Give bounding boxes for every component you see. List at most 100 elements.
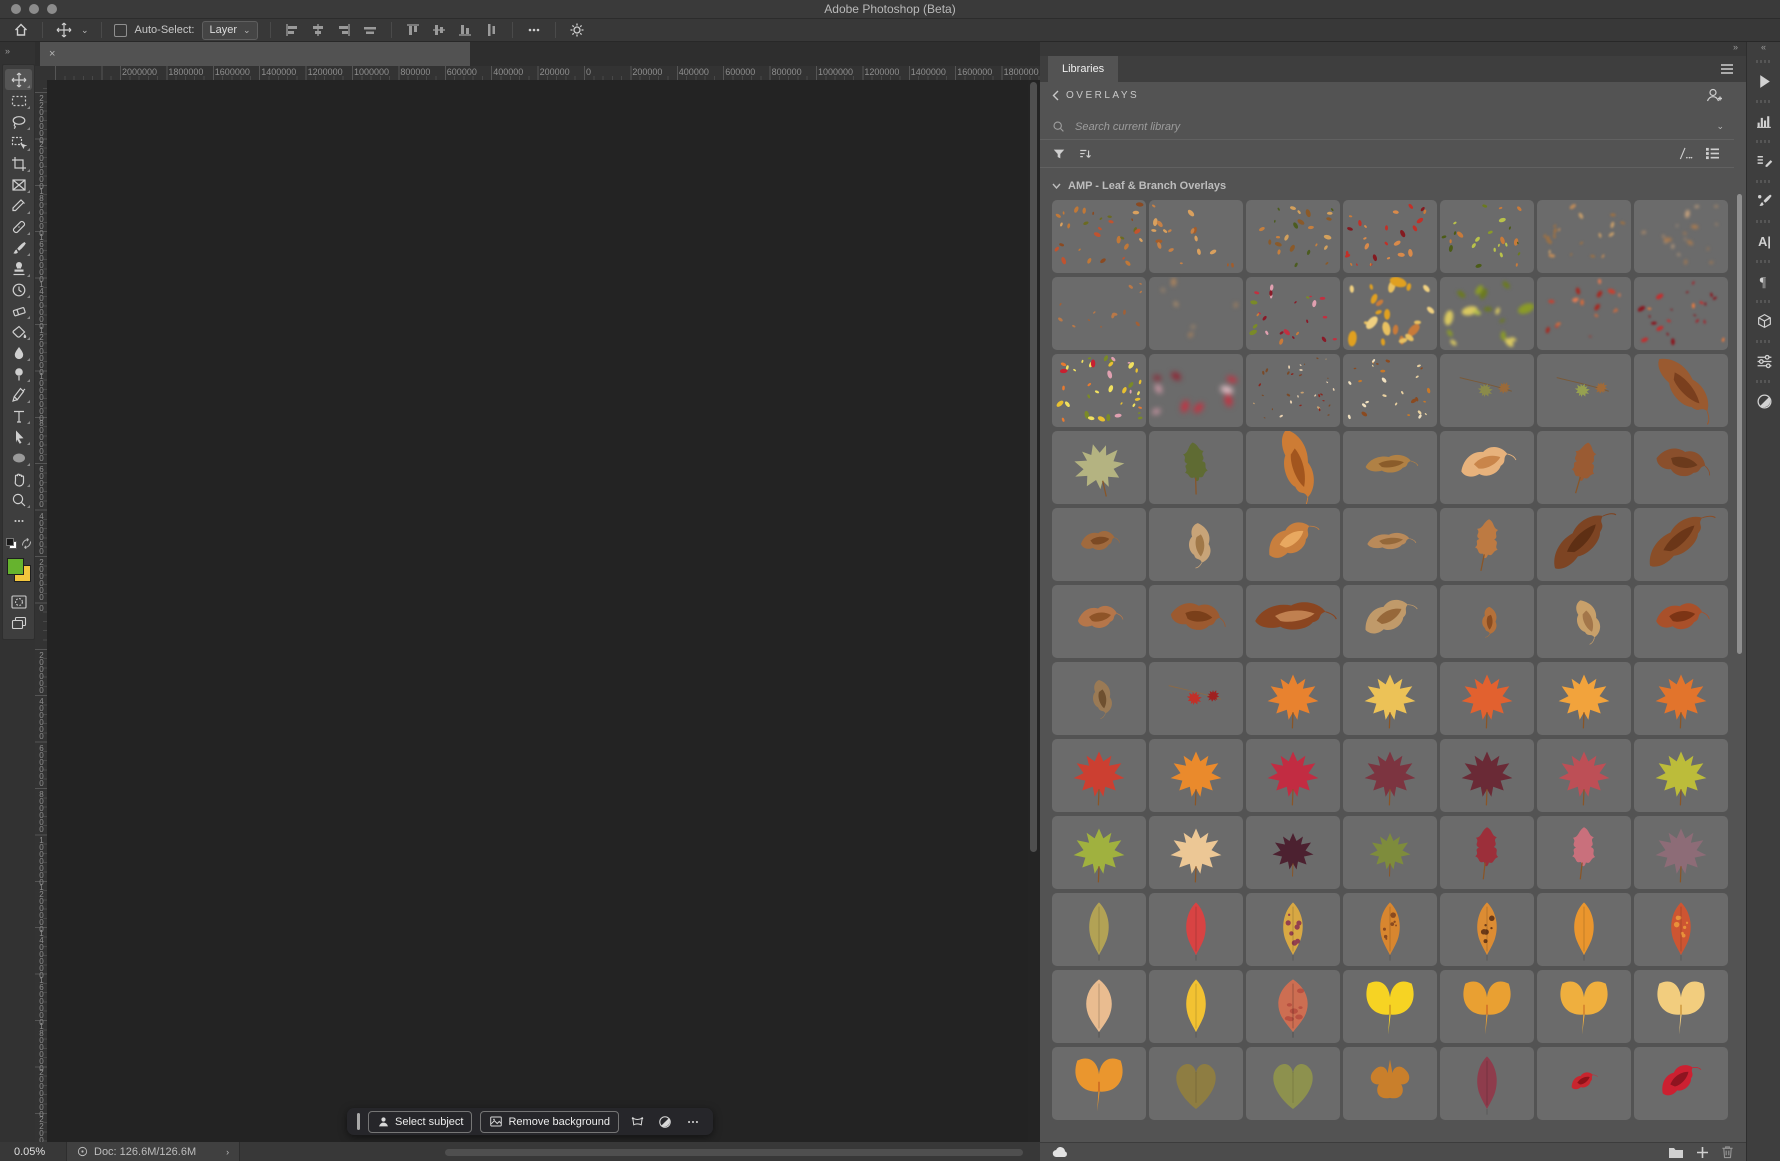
move-tool-icon[interactable]	[55, 21, 73, 39]
hand-tool[interactable]	[5, 468, 32, 489]
library-asset-thumbnail[interactable]	[1246, 816, 1340, 889]
library-asset-thumbnail[interactable]	[1052, 508, 1146, 581]
library-asset-thumbnail[interactable]	[1440, 508, 1534, 581]
adjustments-icon[interactable]	[655, 1112, 675, 1132]
document-tab[interactable]: ×	[40, 42, 470, 66]
remove-background-button[interactable]: Remove background	[480, 1111, 619, 1133]
library-asset-thumbnail[interactable]	[1634, 893, 1728, 966]
align-bottom-edges-icon[interactable]	[456, 21, 474, 39]
library-asset-thumbnail[interactable]	[1343, 431, 1437, 504]
library-asset-thumbnail[interactable]	[1343, 200, 1437, 273]
status-chevron-icon[interactable]: ›	[226, 1147, 229, 1157]
align-top-edges-icon[interactable]	[404, 21, 422, 39]
search-scope-chevron-icon[interactable]: ⌄	[1716, 121, 1724, 132]
collapse-dock-chevrons-icon[interactable]: «	[1761, 42, 1767, 56]
panel-3d-icon[interactable]	[1749, 306, 1779, 336]
screen-mode-icon[interactable]	[5, 612, 32, 633]
new-group-folder-icon[interactable]	[1668, 1146, 1684, 1159]
home-icon[interactable]	[12, 21, 30, 39]
library-asset-thumbnail[interactable]	[1634, 816, 1728, 889]
rectangular-marquee-tool[interactable]	[5, 90, 32, 111]
crop-tool[interactable]	[5, 153, 32, 174]
library-asset-thumbnail[interactable]	[1537, 816, 1631, 889]
library-asset-thumbnail[interactable]	[1052, 1047, 1146, 1120]
delete-trash-icon[interactable]	[1721, 1145, 1734, 1159]
library-asset-thumbnail[interactable]	[1052, 816, 1146, 889]
library-asset-thumbnail[interactable]	[1246, 508, 1340, 581]
distribute-horizontal-icon[interactable]	[361, 21, 379, 39]
library-asset-thumbnail[interactable]	[1149, 200, 1243, 273]
library-asset-thumbnail[interactable]	[1537, 200, 1631, 273]
library-asset-thumbnail[interactable]	[1634, 200, 1728, 273]
type-tool[interactable]	[5, 405, 32, 426]
library-asset-thumbnail[interactable]	[1634, 1047, 1728, 1120]
library-asset-thumbnail[interactable]	[1440, 739, 1534, 812]
library-asset-thumbnail[interactable]	[1149, 739, 1243, 812]
expand-panel-chevrons-icon[interactable]: »	[0, 42, 35, 58]
foreground-color-swatch[interactable]	[7, 558, 24, 575]
transform-warp-icon[interactable]	[627, 1112, 647, 1132]
pen-tool[interactable]	[5, 384, 32, 405]
workspace-settings-gear-icon[interactable]	[568, 21, 586, 39]
library-asset-thumbnail[interactable]	[1343, 585, 1437, 658]
spot-healing-brush-tool[interactable]	[5, 216, 32, 237]
library-asset-thumbnail[interactable]	[1052, 662, 1146, 735]
default-colors-icon[interactable]	[6, 538, 17, 552]
library-asset-thumbnail[interactable]	[1537, 277, 1631, 350]
align-right-edges-icon[interactable]	[335, 21, 353, 39]
library-asset-thumbnail[interactable]	[1149, 893, 1243, 966]
library-asset-thumbnail[interactable]	[1343, 816, 1437, 889]
library-asset-thumbnail[interactable]	[1052, 354, 1146, 427]
vertical-ruler[interactable]: 2200000200000018000001600000140000012000…	[35, 80, 47, 1142]
library-asset-thumbnail[interactable]	[1052, 431, 1146, 504]
breadcrumb[interactable]: OVERLAYS	[1052, 90, 1139, 101]
dodge-tool[interactable]	[5, 363, 32, 384]
edit-toolbar-ellipsis-icon[interactable]	[5, 510, 32, 531]
library-asset-thumbnail[interactable]	[1246, 354, 1340, 427]
library-asset-thumbnail[interactable]	[1634, 431, 1728, 504]
tab-libraries[interactable]: Libraries	[1048, 56, 1118, 82]
library-asset-thumbnail[interactable]	[1052, 200, 1146, 273]
library-asset-thumbnail[interactable]	[1052, 970, 1146, 1043]
library-asset-thumbnail[interactable]	[1440, 431, 1534, 504]
panel-paragraph-icon[interactable]: ¶	[1749, 266, 1779, 296]
history-brush-tool[interactable]	[5, 279, 32, 300]
library-asset-thumbnail[interactable]	[1537, 431, 1631, 504]
library-asset-thumbnail[interactable]	[1246, 585, 1340, 658]
library-asset-thumbnail[interactable]	[1343, 508, 1437, 581]
library-asset-thumbnail[interactable]	[1149, 585, 1243, 658]
distribute-vertical-icon[interactable]	[482, 21, 500, 39]
library-asset-thumbnail[interactable]	[1537, 739, 1631, 812]
auto-select-checkbox[interactable]	[114, 24, 127, 37]
sort-icon[interactable]	[1078, 147, 1093, 161]
document-canvas[interactable]	[47, 80, 1028, 1142]
library-asset-thumbnail[interactable]	[1440, 585, 1534, 658]
panel-histogram-icon[interactable]	[1749, 106, 1779, 136]
document-size-status[interactable]: Doc: 126.6M/126.6M ›	[66, 1142, 240, 1161]
lasso-tool[interactable]	[5, 111, 32, 132]
library-asset-thumbnail[interactable]	[1440, 816, 1534, 889]
library-asset-thumbnail[interactable]	[1149, 816, 1243, 889]
add-element-icon[interactable]	[1696, 1146, 1709, 1159]
library-asset-thumbnail[interactable]	[1052, 739, 1146, 812]
library-asset-thumbnail[interactable]	[1149, 662, 1243, 735]
library-asset-thumbnail[interactable]	[1149, 508, 1243, 581]
tool-preset-chevron-icon[interactable]: ⌄	[81, 25, 89, 36]
path-selection-tool[interactable]	[5, 426, 32, 447]
zoom-level-field[interactable]: 0.05%	[14, 1146, 66, 1158]
panel-properties-icon[interactable]	[1749, 346, 1779, 376]
library-asset-thumbnail[interactable]	[1246, 200, 1340, 273]
library-asset-thumbnail[interactable]	[1634, 277, 1728, 350]
library-asset-thumbnail[interactable]	[1052, 585, 1146, 658]
swap-colors-icon[interactable]	[21, 538, 32, 552]
blur-tool[interactable]	[5, 342, 32, 363]
library-asset-thumbnail[interactable]	[1537, 662, 1631, 735]
align-left-edges-icon[interactable]	[283, 21, 301, 39]
library-asset-thumbnail[interactable]	[1634, 970, 1728, 1043]
library-asset-thumbnail[interactable]	[1537, 585, 1631, 658]
move-tool[interactable]	[5, 69, 32, 90]
panel-actions-icon[interactable]	[1749, 66, 1779, 96]
library-asset-thumbnail[interactable]	[1440, 893, 1534, 966]
library-asset-thumbnail[interactable]	[1537, 354, 1631, 427]
library-asset-thumbnail[interactable]	[1343, 1047, 1437, 1120]
